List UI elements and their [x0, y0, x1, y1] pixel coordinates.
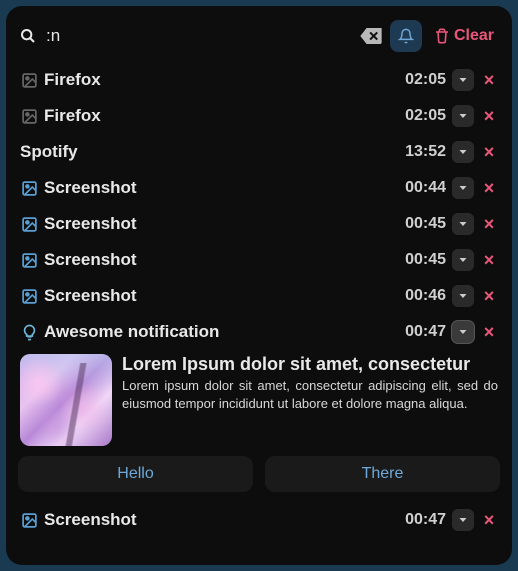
trash-icon — [434, 28, 450, 44]
notification-expanded: Lorem Ipsum dolor sit amet, consecteturL… — [18, 350, 500, 454]
notification-panel: Clear Firefox 02:05 × Firefox 02:05 × Spotify 1… — [6, 6, 512, 565]
clear-label: Clear — [454, 27, 494, 45]
bell-button[interactable] — [390, 20, 422, 52]
notification-actions: Hello There — [18, 454, 500, 502]
image-icon — [20, 287, 38, 305]
notification-title: Screenshot — [44, 286, 399, 306]
backspace-icon[interactable] — [360, 28, 382, 44]
chevron-down-icon[interactable] — [452, 321, 474, 343]
search-icon — [20, 28, 36, 44]
notification-row[interactable]: Awesome notification 00:47 × — [18, 314, 500, 350]
chevron-down-icon[interactable] — [452, 285, 474, 307]
notification-thumbnail — [20, 354, 112, 446]
notification-body: Lorem Ipsum dolor sit amet, consecteturL… — [122, 354, 498, 446]
notification-row[interactable]: Firefox 02:05 × — [18, 62, 500, 98]
chevron-down-icon[interactable] — [452, 69, 474, 91]
close-icon[interactable]: × — [480, 70, 498, 91]
image-icon — [20, 251, 38, 269]
notification-row[interactable]: Firefox 02:05 × — [18, 98, 500, 134]
notification-time: 00:47 — [405, 323, 446, 341]
bulb-icon — [20, 323, 38, 341]
notification-time: 00:44 — [405, 179, 446, 197]
notification-time: 02:05 — [405, 107, 446, 125]
image-dark-icon — [20, 71, 38, 89]
notification-time: 00:47 — [405, 511, 446, 529]
notification-title: Spotify — [20, 142, 399, 162]
close-icon[interactable]: × — [480, 106, 498, 127]
notification-title: Awesome notification — [44, 322, 399, 342]
chevron-down-icon[interactable] — [452, 213, 474, 235]
chevron-down-icon[interactable] — [452, 141, 474, 163]
chevron-down-icon[interactable] — [452, 509, 474, 531]
close-icon[interactable]: × — [480, 286, 498, 307]
header: Clear — [18, 16, 500, 62]
notification-row[interactable]: Screenshot 00:47 × — [18, 502, 500, 538]
close-icon[interactable]: × — [480, 214, 498, 235]
image-icon — [20, 511, 38, 529]
image-icon — [20, 215, 38, 233]
notification-row[interactable]: Screenshot 00:44 × — [18, 170, 500, 206]
notification-title: Screenshot — [44, 178, 399, 198]
notification-time: 00:45 — [405, 251, 446, 269]
chevron-down-icon[interactable] — [452, 249, 474, 271]
notification-title: Firefox — [44, 106, 399, 126]
close-icon[interactable]: × — [480, 322, 498, 343]
image-icon — [20, 179, 38, 197]
notification-time: 00:46 — [405, 287, 446, 305]
notification-row[interactable]: Screenshot 00:45 × — [18, 206, 500, 242]
notification-time: 02:05 — [405, 71, 446, 89]
close-icon[interactable]: × — [480, 510, 498, 531]
notification-title: Screenshot — [44, 250, 399, 270]
notification-detail-title: Lorem Ipsum dolor sit amet, consectetur — [122, 354, 498, 375]
notification-row[interactable]: Screenshot 00:46 × — [18, 278, 500, 314]
notification-time: 00:45 — [405, 215, 446, 233]
search-wrap — [20, 26, 352, 46]
notification-list: Firefox02:05×Firefox02:05×Spotify13:52×S… — [18, 62, 500, 555]
notification-title: Firefox — [44, 70, 399, 90]
chevron-down-icon[interactable] — [452, 105, 474, 127]
notification-time: 13:52 — [405, 143, 446, 161]
close-icon[interactable]: × — [480, 250, 498, 271]
notification-title: Screenshot — [44, 214, 399, 234]
notification-row[interactable]: Screenshot 00:45 × — [18, 242, 500, 278]
clear-button[interactable]: Clear — [430, 23, 498, 49]
notification-row[interactable]: Spotify 13:52 × — [18, 134, 500, 170]
action-button[interactable]: Hello — [18, 456, 253, 492]
close-icon[interactable]: × — [480, 178, 498, 199]
search-input[interactable] — [46, 26, 352, 46]
close-icon[interactable]: × — [480, 142, 498, 163]
notification-detail-body: Lorem ipsum dolor sit amet, consectetur … — [122, 377, 498, 412]
chevron-down-icon[interactable] — [452, 177, 474, 199]
notification-title: Screenshot — [44, 510, 399, 530]
image-dark-icon — [20, 107, 38, 125]
action-button[interactable]: There — [265, 456, 500, 492]
